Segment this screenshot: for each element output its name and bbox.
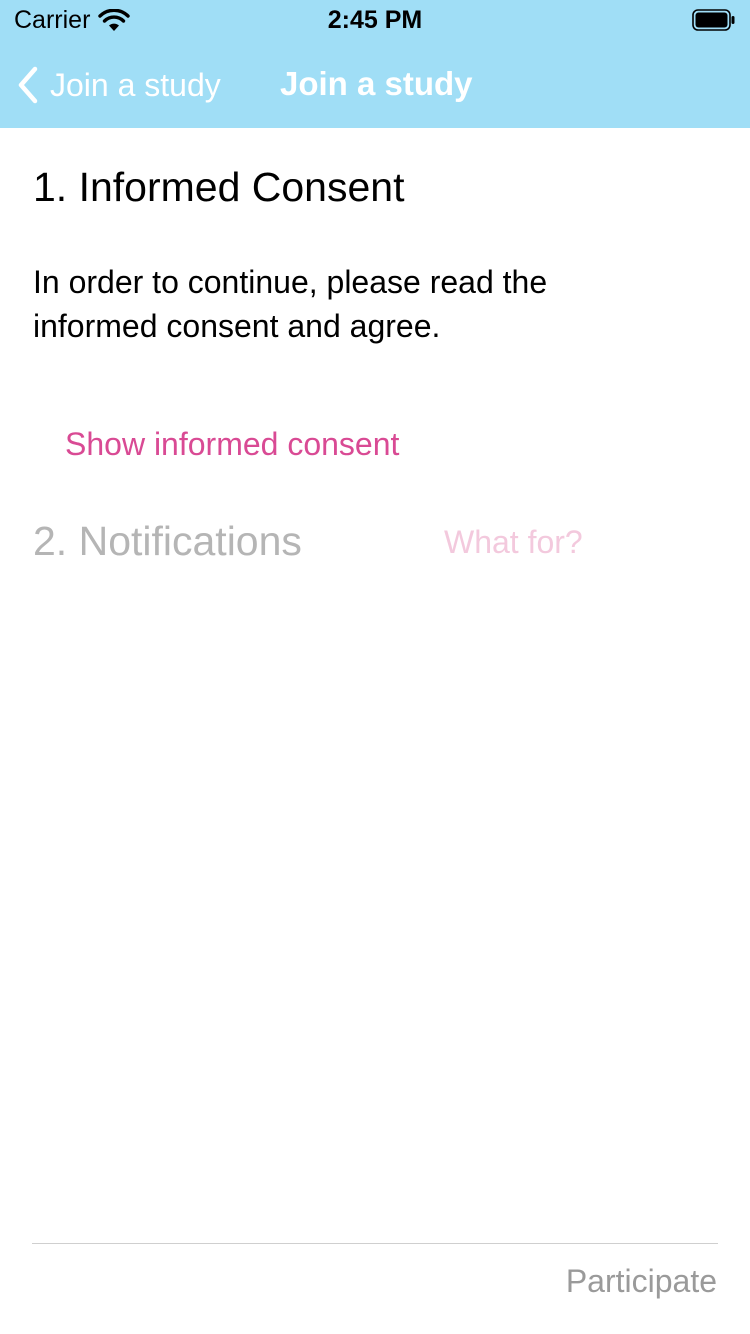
notifications-section-title: 2. Notifications <box>33 518 302 564</box>
chevron-left-icon <box>18 66 38 104</box>
participate-button[interactable]: Participate <box>566 1263 717 1300</box>
back-button-label: Join a study <box>50 66 221 103</box>
show-informed-consent-button[interactable]: Show informed consent <box>65 426 399 463</box>
status-time: 2:45 PM <box>327 6 423 34</box>
consent-description: In order to continue, please read the in… <box>33 264 548 344</box>
what-for-button[interactable]: What for? <box>444 524 583 561</box>
battery-icon <box>692 9 735 31</box>
top-bar: Carrier 2:45 PM Join a study Join a stud… <box>0 0 750 128</box>
back-button[interactable]: Join a study <box>16 62 221 108</box>
page-title: Join a study <box>280 65 473 102</box>
navigation-bar: Join a study Join a study <box>0 42 750 128</box>
footer-divider <box>32 1243 718 1244</box>
status-bar: Carrier 2:45 PM <box>0 0 750 42</box>
consent-section-title: 1. Informed Consent <box>33 164 405 210</box>
